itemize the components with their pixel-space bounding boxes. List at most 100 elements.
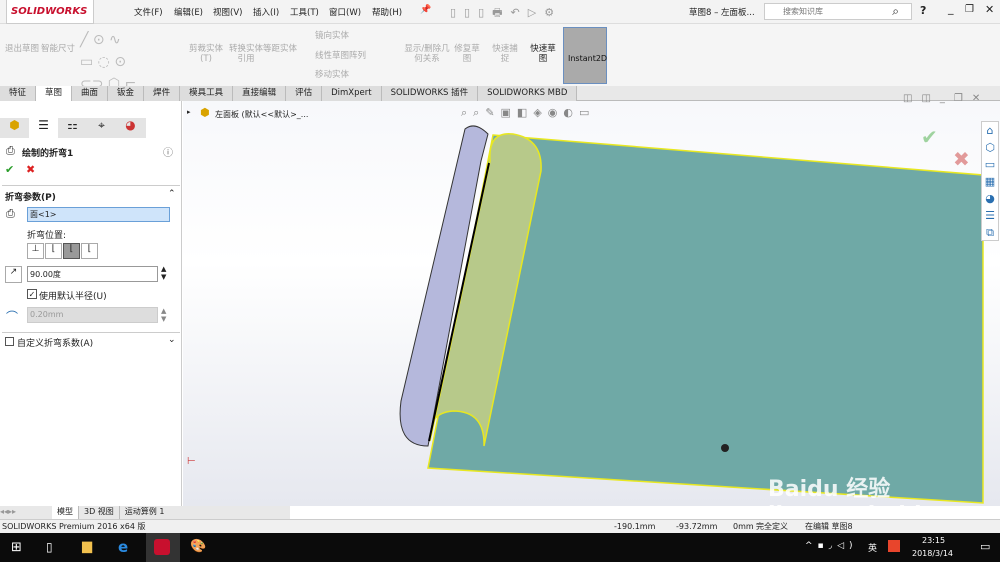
repair-sketch-button[interactable]: 修复草图 xyxy=(452,44,482,64)
property-manager-tab-icon[interactable]: ☰ xyxy=(29,118,58,138)
sketched-bend-icon: ⎙ xyxy=(6,144,15,157)
bend-params-header[interactable]: 折弯参数(P) xyxy=(5,190,56,203)
default-radius-checkbox[interactable]: ✓ xyxy=(27,289,37,299)
panel-tabs: ⬢ ☰ ⚏ ⌖ ◕ xyxy=(0,118,146,138)
help-icon[interactable]: ⓘ xyxy=(163,144,173,159)
radius-input[interactable]: 0.20mm xyxy=(27,307,158,323)
confirm-corner-cancel[interactable]: ✖ xyxy=(953,147,970,171)
task-view-icon[interactable]: ▯ xyxy=(46,540,53,554)
menu-window[interactable]: 窗口(W) xyxy=(329,6,361,18)
material-inside-icon[interactable]: ⌊ xyxy=(45,243,62,259)
windows-taskbar: ⊞ ▯ ▆ e 🎨 ^▪◞◁) 英 23:15 2018/3/14 ▭ xyxy=(0,533,1000,562)
confirm-corner-ok[interactable]: ✔ xyxy=(921,125,938,149)
search-box[interactable]: ⌕ xyxy=(764,3,912,20)
display-manager-tab-icon[interactable]: ◕ xyxy=(116,118,145,138)
offset-button[interactable]: 等距实体 xyxy=(260,44,300,54)
material-outside-icon[interactable]: ⌊ xyxy=(63,243,80,259)
radius-spinner[interactable]: ▲ ▼ xyxy=(161,307,166,323)
solidworks-logo[interactable]: SOLIDWORKS xyxy=(6,0,94,24)
tab-addins[interactable]: SOLIDWORKS 插件 xyxy=(381,86,479,101)
menu-help[interactable]: 帮助(H) xyxy=(372,6,402,18)
tray-icons[interactable]: ^▪◞◁) xyxy=(805,541,858,551)
document-title: 草图8 – 左面板... xyxy=(689,8,755,18)
search-icon[interactable]: ⌕ xyxy=(892,4,899,19)
tab-mbd[interactable]: SOLIDWORKS MBD xyxy=(478,86,578,101)
tab-weldments[interactable]: 焊件 xyxy=(144,86,181,101)
status-bar: SOLIDWORKS Premium 2016 x64 版 -190.1mm -… xyxy=(0,519,1000,533)
collapse-icon[interactable]: ⌃ xyxy=(168,189,176,199)
dimxpert-tab-icon[interactable]: ⌖ xyxy=(87,118,116,138)
rapid-sketch-button[interactable]: 快速草图 xyxy=(527,44,559,64)
minimize-button[interactable]: _ xyxy=(948,2,954,15)
tab-3d-view[interactable]: 3D 视图 xyxy=(78,506,119,519)
tab-direct-editing[interactable]: 直接编辑 xyxy=(233,86,287,101)
smart-dimension-button[interactable]: 智能尺寸 xyxy=(40,44,76,54)
linear-pattern-button[interactable]: 线性草图阵列 xyxy=(315,51,366,61)
menu-edit[interactable]: 编辑(E) xyxy=(174,6,203,18)
start-icon[interactable]: ⊞ xyxy=(11,540,22,555)
bend-outside-icon[interactable]: ⌊ xyxy=(81,243,98,259)
ok-button[interactable]: ✔ xyxy=(5,163,14,176)
title-bar: SOLIDWORKS 文件(F) 编辑(E) 视图(V) 插入(I) 工具(T)… xyxy=(0,0,1000,24)
trim-button[interactable]: 剪裁实体(T) xyxy=(186,44,226,64)
edge-icon[interactable]: e xyxy=(118,538,128,556)
menu-view[interactable]: 视图(V) xyxy=(213,6,242,18)
custom-allowance-checkbox[interactable] xyxy=(5,337,14,346)
tab-mold-tools[interactable]: 模具工具 xyxy=(180,86,234,101)
clock-time[interactable]: 23:15 xyxy=(922,536,945,545)
y-coordinate: -93.72mm xyxy=(676,522,718,531)
angle-input[interactable]: 90.00度 xyxy=(27,266,158,282)
menu-tools[interactable]: 工具(T) xyxy=(290,6,319,18)
tab-surfaces[interactable]: 曲面 xyxy=(72,86,109,101)
mirror-button[interactable]: 镜向实体 xyxy=(315,31,349,41)
angle-spinner[interactable]: ▲ ▼ xyxy=(161,265,166,281)
tab-model[interactable]: 模型 xyxy=(52,506,78,519)
instant2d-button[interactable]: Instant2D xyxy=(563,27,607,84)
cancel-button[interactable]: ✖ xyxy=(26,163,35,176)
ime-indicator[interactable]: 英 xyxy=(868,541,877,554)
menu-file[interactable]: 文件(F) xyxy=(134,6,163,18)
task-pane-tabs[interactable]: ⌂ ⬡ ▭ ▦ ◕ ☰ ⧉ xyxy=(981,121,999,241)
bend-position-label: 折弯位置: xyxy=(27,231,67,241)
pin-icon[interactable]: 📌 xyxy=(420,5,431,15)
move-entities-button[interactable]: 移动实体 xyxy=(315,70,349,80)
help-icon[interactable]: ? xyxy=(920,4,926,17)
menu-insert[interactable]: 插入(I) xyxy=(253,6,279,18)
search-input[interactable] xyxy=(783,7,893,16)
sogou-icon[interactable] xyxy=(888,540,900,552)
exit-sketch-button[interactable]: 退出草图 xyxy=(4,44,40,54)
property-manager: ⬢ ☰ ⚏ ⌖ ◕ ⎙ 绘制的折弯1 ⓘ ✔ ✖ 折弯参数(P) ⌃ ⎙ 面<1… xyxy=(0,101,182,506)
tab-sheet-metal[interactable]: 钣金 xyxy=(108,86,145,101)
close-button[interactable]: ✕ xyxy=(985,3,994,16)
clock-date[interactable]: 2018/3/14 xyxy=(912,549,953,558)
paint-icon[interactable]: 🎨 xyxy=(190,539,206,554)
instant2d-label: Instant2D xyxy=(568,54,608,63)
product-label: SOLIDWORKS Premium 2016 x64 版 xyxy=(2,522,146,531)
file-explorer-icon[interactable]: ▆ xyxy=(82,539,92,554)
custom-allowance-label[interactable]: 自定义折弯系数(A) xyxy=(17,336,93,349)
tab-dimxpert[interactable]: DimXpert xyxy=(322,86,382,101)
bend-centerline-icon[interactable]: ⊥ xyxy=(27,243,44,259)
bottom-tabs: ◂◂▸▸ 模型 3D 视图 运动算例 1 xyxy=(0,506,290,519)
configuration-tab-icon[interactable]: ⚏ xyxy=(58,118,87,138)
solidworks-taskbar-icon[interactable] xyxy=(146,533,180,562)
model-view[interactable] xyxy=(183,101,1000,506)
tab-sketch[interactable]: 草图 xyxy=(36,86,73,101)
angle-direction-icon[interactable]: ↗ xyxy=(5,266,22,283)
fixed-face-field[interactable]: 面<1> xyxy=(27,207,170,222)
display-relations-button[interactable]: 显示/删除几何关系 xyxy=(403,44,451,64)
graphics-area[interactable]: ▸ ⬢ 左面板 (默认<<默认>_... ⌕⌕✎▣◧◈◉◐▭ ◫◫_❐✕ ✔ ✖… xyxy=(183,93,1000,528)
tab-scroll-arrows[interactable]: ◂◂▸▸ xyxy=(0,506,52,519)
quick-access-icons[interactable]: ▯▯▯🖶↶▷⚙ xyxy=(450,4,562,23)
default-radius-label: 使用默认半径(U) xyxy=(39,292,107,302)
quick-snap-button[interactable]: 快速捕捉 xyxy=(490,44,520,64)
tab-evaluate[interactable]: 评估 xyxy=(286,86,323,101)
expand-icon[interactable]: ⌄ xyxy=(168,335,176,345)
notification-icon[interactable]: ▭ xyxy=(980,540,990,553)
restore-button[interactable]: ❐ xyxy=(965,4,974,15)
feature-tree-tab-icon[interactable]: ⬢ xyxy=(0,118,29,138)
tab-features[interactable]: 特征 xyxy=(0,86,37,101)
sketch-entity-tools[interactable]: ╱ ⊙ ∿ ▭ ◌ ⊙ ⊂⊃ ⬡ ⌐ xyxy=(80,29,165,92)
tab-motion-study[interactable]: 运动算例 1 xyxy=(118,506,170,519)
origin-point xyxy=(721,444,729,452)
